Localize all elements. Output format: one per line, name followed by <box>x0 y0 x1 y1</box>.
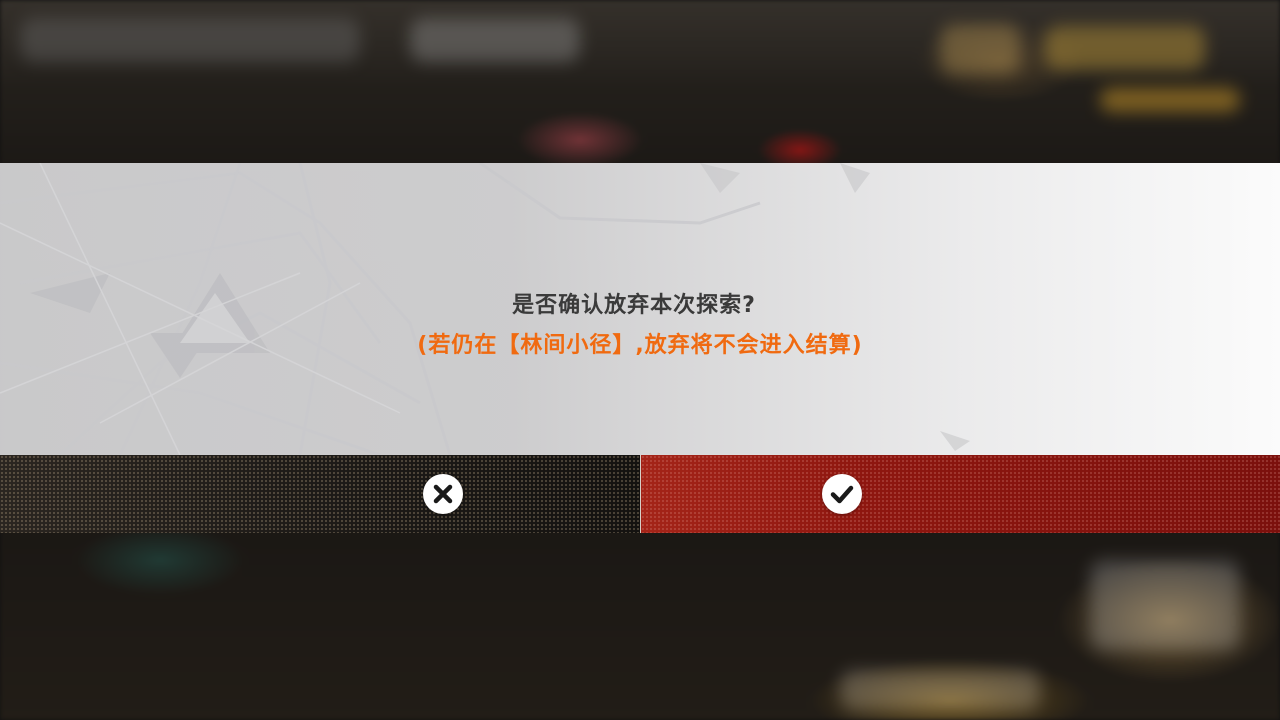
checkmark-icon <box>822 474 862 514</box>
blurred-action-button <box>1090 560 1240 650</box>
game-screen: 是否确认放弃本次探索? (若仍在【林间小径】,放弃将不会进入结算) <box>0 0 1280 720</box>
dialog-message: 是否确认放弃本次探索? (若仍在【林间小径】,放弃将不会进入结算) <box>0 163 1280 455</box>
blurred-currency-display <box>1045 26 1205 70</box>
dialog-panel: 是否确认放弃本次探索? (若仍在【林间小径】,放弃将不会进入结算) <box>0 163 1280 455</box>
abandon-exploration-dialog: 是否确认放弃本次探索? (若仍在【林间小径】,放弃将不会进入结算) <box>0 163 1280 533</box>
warning-note: (若仍在【林间小径】,放弃将不会进入结算) <box>417 333 863 358</box>
close-icon <box>423 474 463 514</box>
confirm-button[interactable] <box>641 455 1280 533</box>
blurred-gold-button <box>1100 88 1240 112</box>
cancel-button[interactable] <box>0 455 640 533</box>
blurred-bottom-button <box>840 670 1040 710</box>
confirm-question: 是否确认放弃本次探索? <box>512 293 756 318</box>
blurred-title-area <box>410 18 580 62</box>
blurred-menu-area <box>20 18 360 62</box>
blurred-resource-icon <box>940 24 1020 74</box>
